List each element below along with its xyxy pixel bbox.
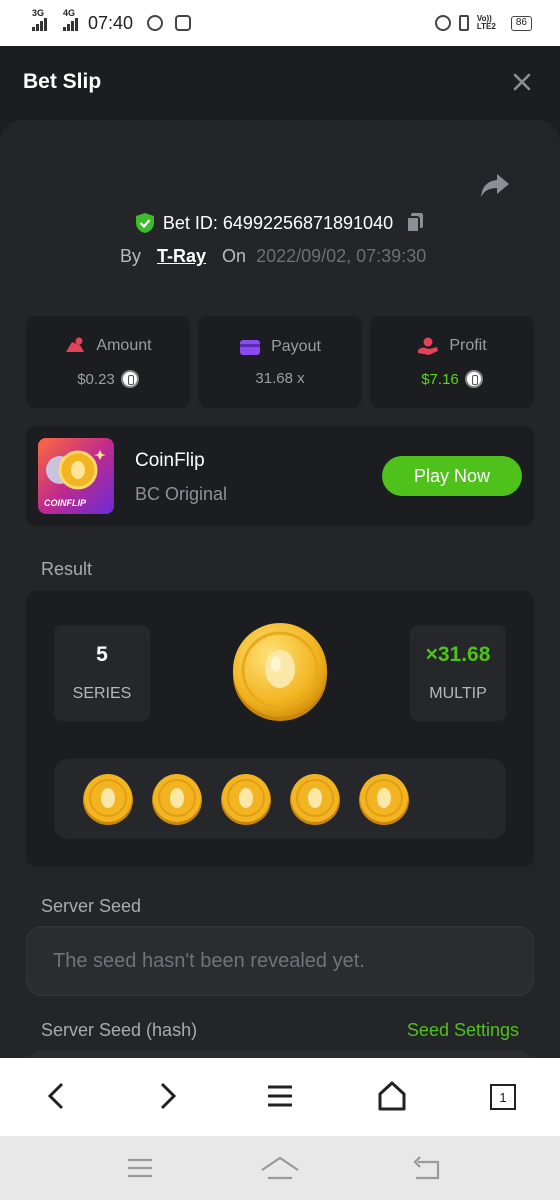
alarm-icon (434, 15, 451, 31)
stat-label: Amount (96, 337, 152, 354)
result-coin-icon (233, 623, 327, 721)
multiplier-value: ×31.68 (425, 643, 491, 666)
tab-count: 1 (490, 1084, 516, 1110)
browser-nav-bar: 1 (0, 1058, 560, 1136)
result-label: Result (41, 559, 93, 579)
back-icon[interactable] (38, 1078, 74, 1114)
system-home-icon[interactable] (260, 1154, 300, 1182)
crypto-coin-icon (120, 370, 139, 388)
crypto-coin-icon (464, 370, 483, 388)
bet-date: 2022/09/02, 07:39:30 (256, 246, 427, 266)
bet-id: Bet ID: 64992256871891040 (162, 212, 394, 233)
volte-label: Vo)) LTE2 (476, 14, 496, 31)
seed-settings-link[interactable]: Seed Settings (407, 1020, 519, 1041)
stat-value: 31.68 x (255, 369, 305, 387)
profit-icon (418, 337, 439, 355)
bet-meta-row: By T-Ray On 2022/09/02, 07:39:30 (120, 246, 426, 267)
server-seed-field[interactable]: The seed hasn't been revealed yet. (26, 926, 534, 996)
system-back-icon[interactable] (406, 1154, 446, 1182)
wallet-icon (240, 339, 261, 355)
status-bar: 3G 4G 07:40 Vo)) LTE2 86 (0, 0, 560, 46)
close-icon[interactable] (510, 70, 534, 94)
stat-value: $7.16 (421, 370, 459, 388)
result-coin-icon (359, 774, 409, 825)
series-box: 5 SERIES (54, 625, 150, 721)
network-3g-label: 3G (32, 8, 45, 18)
page-title: Bet Slip (23, 70, 102, 93)
tabs-button[interactable]: 1 (486, 1078, 522, 1114)
play-now-button[interactable]: Play Now (382, 456, 522, 496)
signal-3g-icon: 3G (32, 8, 47, 31)
stat-label: Profit (449, 337, 487, 354)
multiplier-label: MULTIP (429, 685, 487, 702)
stat-label: Payout (271, 337, 321, 355)
vibrate-icon (458, 15, 469, 31)
verified-shield-icon (135, 213, 154, 233)
multiplier-box: ×31.68 MULTIP (410, 625, 506, 721)
stat-amount: Amount $0.23 (26, 316, 190, 408)
system-nav-bar (0, 1136, 560, 1200)
menu-icon[interactable] (262, 1078, 298, 1114)
series-value: 5 (96, 643, 108, 666)
game-name: CoinFlip (135, 450, 205, 471)
game-subtitle: BC Original (135, 484, 228, 504)
server-seed-label: Server Seed (41, 896, 142, 916)
result-box: 5 SERIES ×31.68 MULTIP (26, 591, 534, 867)
whatsapp-icon (147, 15, 164, 31)
forward-icon[interactable] (150, 1078, 186, 1114)
series-label: SERIES (72, 685, 132, 702)
share-icon[interactable] (480, 172, 510, 198)
bet-slip-header: Bet Slip (0, 46, 560, 120)
signal-4g-icon: 4G (63, 8, 78, 31)
status-time: 07:40 (88, 12, 134, 33)
stat-value: $0.23 (77, 370, 115, 388)
mail-icon (175, 15, 192, 31)
on-label: On (222, 246, 247, 266)
game-card: COINFLIP CoinFlip BC Original Play Now (26, 426, 534, 526)
coin-results-row (54, 759, 506, 839)
stat-profit: Profit $7.16 (370, 316, 534, 408)
stat-payout: Payout 31.68 x (198, 316, 362, 408)
bet-id-row: Bet ID: 64992256871891040 (0, 212, 560, 234)
amount-icon (66, 337, 85, 352)
by-label: By (120, 246, 142, 266)
coinflip-thumbnail[interactable]: COINFLIP (38, 438, 114, 514)
result-coin-icon (221, 774, 271, 825)
battery-icon: 86 (510, 15, 532, 31)
network-4g-label: 4G (63, 8, 76, 18)
result-coin-icon (290, 774, 340, 825)
thumbnail-label: COINFLIP (44, 498, 86, 508)
server-seed-hash-label: Server Seed (hash) (41, 1020, 198, 1040)
user-link[interactable]: T-Ray (157, 246, 206, 267)
copy-icon[interactable] (405, 212, 425, 234)
result-coin-icon (152, 774, 202, 825)
result-coin-icon (83, 774, 133, 825)
bet-stats: Amount $0.23 Payout 31.68 x Profit $7.16 (26, 316, 534, 408)
home-icon[interactable] (374, 1078, 410, 1114)
recents-icon[interactable] (120, 1154, 160, 1182)
